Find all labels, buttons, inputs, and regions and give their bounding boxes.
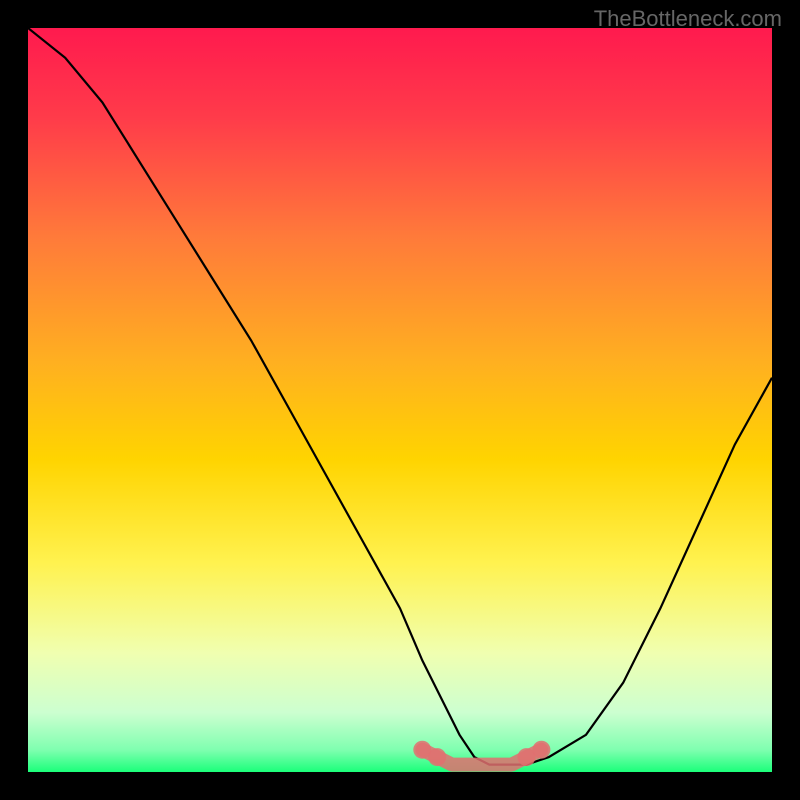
watermark-label: TheBottleneck.com — [594, 6, 782, 32]
optimal-range-bead — [532, 741, 550, 759]
plot-area — [28, 28, 772, 772]
gradient-background — [28, 28, 772, 772]
chart-svg — [28, 28, 772, 772]
optimal-range-bead — [428, 748, 446, 766]
chart-container: TheBottleneck.com — [0, 0, 800, 800]
